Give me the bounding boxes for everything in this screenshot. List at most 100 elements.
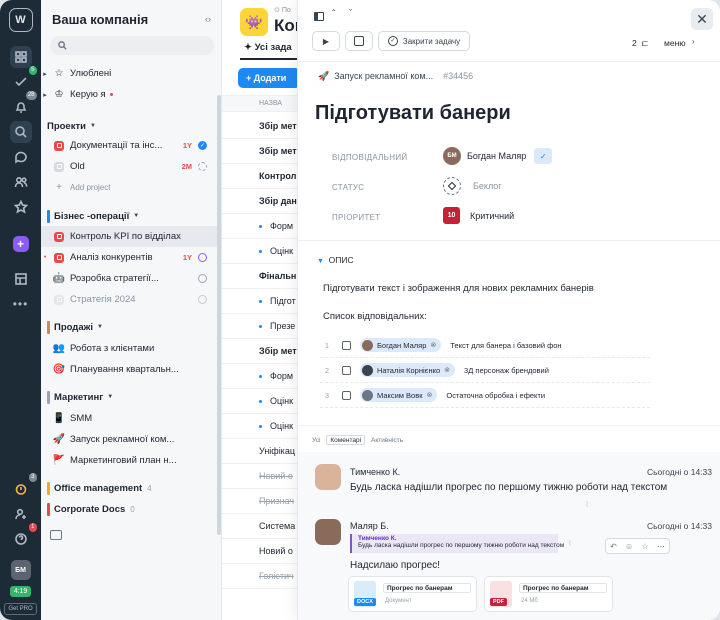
section-projects[interactable]: Проекти ▼ (41, 117, 221, 135)
user-avatar[interactable]: БМ (10, 560, 31, 580)
add-task-button[interactable]: + Додати (238, 68, 298, 88)
project-strategy-dev[interactable]: 🤖 Розробка стратегії... (41, 268, 221, 289)
chevron-up-icon[interactable]: ˆ (332, 9, 335, 20)
tab-activity[interactable]: Активність (367, 435, 407, 445)
task-row[interactable]: Оцінк (222, 414, 298, 439)
description-text[interactable]: Підготувати текст і зображення для нових… (323, 283, 594, 294)
task-row[interactable]: Збір мет (222, 114, 298, 139)
project-smm[interactable]: 📱 SMM (41, 408, 221, 429)
list-breadcrumb[interactable]: ⊙ По (274, 6, 291, 14)
task-title[interactable]: Підготувати банери (315, 102, 511, 125)
star-icon[interactable]: ☆ (641, 542, 648, 551)
create-plus-icon[interactable]: + (12, 236, 29, 252)
chat-icon[interactable] (10, 146, 32, 168)
task-row[interactable]: Форм (222, 214, 298, 239)
add-project-button[interactable]: + Add project (41, 177, 221, 198)
close-task-button[interactable]: ✓ Закрити задачу (378, 31, 470, 51)
person-chip[interactable]: Максим Вовк ⊗ (360, 388, 438, 402)
task-row[interactable]: Контрол (222, 164, 298, 189)
sidebar-scrollbar[interactable] (217, 95, 221, 535)
logo-icon[interactable]: W (8, 8, 33, 32)
menu-button[interactable]: меню (664, 38, 686, 48)
chevron-down-icon[interactable]: ˇ (349, 8, 352, 18)
task-row[interactable]: Фінальн (222, 264, 298, 289)
layout-toggle-icon[interactable] (314, 12, 324, 21)
description-toggle[interactable]: ▼ ОПИС (317, 255, 354, 265)
checklist-item[interactable]: 3 Максим Вовк ⊗ Остаточна обробка і ефекти (320, 383, 650, 408)
project-marketing-plan[interactable]: 🚩 Маркетинговий план н... (41, 450, 221, 471)
section-marketing[interactable]: Маркетинг ▼ (41, 388, 221, 406)
menu-chevron-icon[interactable]: › (692, 37, 695, 46)
tab-all-tasks[interactable]: ✦ Усі зада (244, 42, 292, 53)
task-row[interactable]: Новий о (222, 539, 298, 564)
time-badge[interactable]: 4:19 (9, 586, 32, 597)
more-icon[interactable]: ⋯ (657, 542, 665, 551)
checklist-item[interactable]: 1 Богдан Маляр ⊗ Текст для банера і базовий… (320, 333, 650, 358)
subtask-count[interactable]: 2 ⊏ (632, 38, 649, 49)
emoji-icon[interactable]: ☺ (625, 542, 633, 551)
sidebar-item-managed[interactable]: ▸ ♔ Керую я (41, 84, 221, 105)
project-old[interactable]: Old 2M (41, 156, 221, 177)
task-row[interactable]: Презе (222, 314, 298, 339)
assignee-check-icon[interactable]: ✓ (534, 148, 553, 164)
task-breadcrumb[interactable]: 🚀 Запуск рекламної ком... #34456 (318, 71, 473, 82)
person-chip[interactable]: Наталія Корнієнко ⊗ (360, 363, 456, 377)
checkbox[interactable] (342, 365, 351, 375)
search-icon[interactable] (9, 121, 32, 143)
task-row[interactable]: Оцінк (222, 239, 298, 264)
task-row[interactable]: Признач (222, 489, 298, 514)
remove-icon[interactable]: ⊗ (427, 391, 433, 399)
new-folder-icon[interactable] (50, 530, 62, 540)
checkbox[interactable] (342, 340, 351, 350)
users-icon[interactable] (10, 171, 32, 193)
tab-comments[interactable]: Коментарі (326, 435, 366, 445)
tab-all[interactable]: Усі (308, 435, 324, 445)
task-row[interactable]: Збір мет (222, 139, 298, 164)
reply-icon[interactable]: ↶ (610, 542, 617, 551)
section-sales[interactable]: Продажі ▼ (41, 318, 221, 336)
assignee-value[interactable]: БМ Богдан Маляр ✓ (443, 147, 553, 165)
sidebar-item-favorites[interactable]: ▸ ☆ Улюблені (41, 63, 221, 84)
project-docs[interactable]: Документації та інс... 1Y ✓ (41, 135, 221, 156)
priority-value[interactable]: 10 Критичний (443, 207, 514, 224)
remove-icon[interactable]: ⊗ (430, 341, 436, 349)
more-icon[interactable]: ••• (10, 293, 32, 315)
task-row[interactable]: Новий о (222, 464, 298, 489)
project-kpi[interactable]: Контроль KPI по відділах (41, 226, 221, 247)
project-competitors[interactable]: • Аналіз конкурентів 1Y (41, 247, 221, 268)
collapse-sidebar-icon[interactable]: ‹› (205, 14, 211, 24)
task-row[interactable]: Збір дан (222, 189, 298, 214)
pin-icon[interactable]: ⌇ (568, 539, 572, 548)
invite-user-icon[interactable] (10, 503, 32, 525)
attachment-pdf[interactable]: PDF Прогрес по банерам 24 Мб (484, 576, 613, 612)
status-value[interactable]: Беклог (443, 177, 502, 195)
schedule-button[interactable] (345, 31, 373, 51)
person-chip[interactable]: Богдан Маляр ⊗ (360, 338, 442, 352)
section-docs[interactable]: Corporate Docs 0 (41, 500, 221, 518)
remove-icon[interactable]: ⊗ (444, 366, 450, 374)
task-row[interactable]: Система (222, 514, 298, 539)
task-row[interactable]: Оцінк (222, 389, 298, 414)
section-business[interactable]: Бізнес -операції ▼ (41, 207, 221, 225)
close-panel-button[interactable]: ✕ (691, 8, 713, 30)
task-row[interactable]: Голістич (222, 564, 298, 589)
tasks-icon[interactable]: 5 (10, 66, 37, 93)
task-row[interactable]: Підгот (222, 289, 298, 314)
timer-icon[interactable]: 3 (10, 473, 37, 500)
task-row[interactable]: Збір мет (222, 339, 298, 364)
quoted-reply[interactable]: Тимченко К. Будь ласка надішли прогрес п… (350, 534, 564, 553)
project-quarterly[interactable]: 🎯 Планування квартальн... (41, 359, 221, 380)
help-icon[interactable]: 1 (10, 523, 37, 550)
company-name[interactable]: Ваша компанія (52, 12, 148, 27)
section-office[interactable]: Office management 4 (41, 479, 221, 497)
task-row[interactable]: Форм (222, 364, 298, 389)
checkbox[interactable] (342, 390, 351, 400)
project-ad-campaign[interactable]: 🚀 Запуск рекламної ком... (41, 429, 221, 450)
task-row[interactable]: Уніфікац (222, 439, 298, 464)
pin-icon[interactable]: ⌇ (585, 500, 589, 509)
project-clients[interactable]: 👥 Робота з клієнтами (41, 338, 221, 359)
attachment-docx[interactable]: DOCX Прогрес по банерам Документ (348, 576, 477, 612)
start-timer-button[interactable]: ▶ (312, 31, 340, 51)
sidebar-search-input[interactable] (50, 36, 214, 55)
checklist-item[interactable]: 2 Наталія Корнієнко ⊗ 3Д персонаж брендовий (320, 358, 650, 383)
